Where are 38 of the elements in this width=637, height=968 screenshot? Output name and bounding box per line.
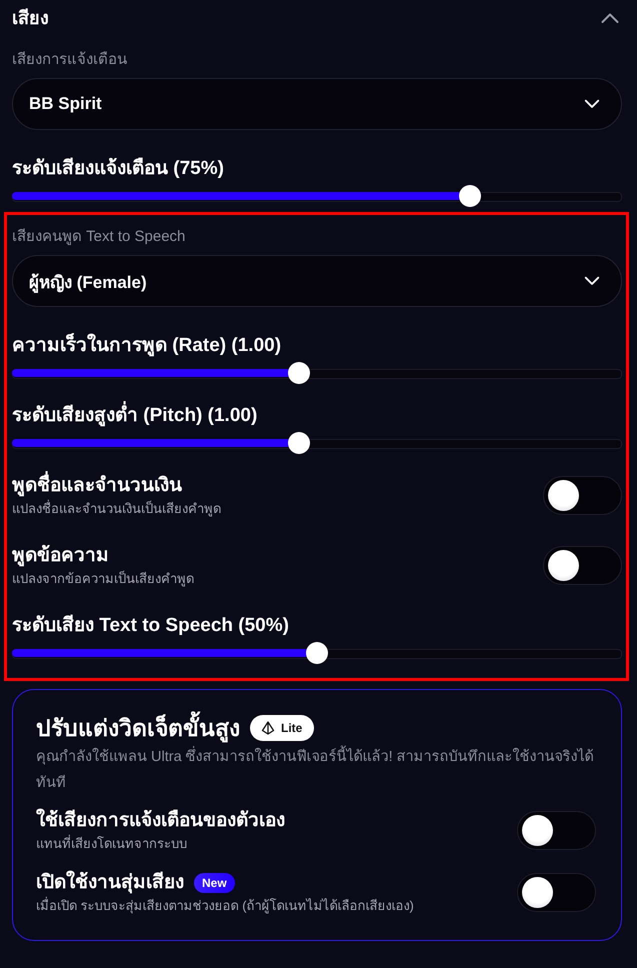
slider-label: ระดับเสียงสูงต่ำ (Pitch) (1.00) bbox=[12, 403, 622, 428]
new-badge: New bbox=[194, 872, 235, 892]
toggle-switch[interactable] bbox=[517, 872, 596, 912]
slider-label: ความเร็วในการพูด (Rate) (1.00) bbox=[12, 333, 282, 358]
slider-track[interactable] bbox=[12, 642, 622, 664]
plan-badge: Lite bbox=[250, 715, 314, 741]
field-label: เสียงการแจ้งเตือน bbox=[12, 50, 128, 70]
slider-thumb[interactable] bbox=[288, 432, 310, 454]
toggle-switch[interactable] bbox=[517, 810, 596, 850]
section-title: เสียง bbox=[12, 7, 49, 30]
slider-track[interactable] bbox=[12, 362, 622, 384]
slider-track[interactable] bbox=[12, 185, 622, 207]
chevron-down-icon bbox=[584, 276, 600, 286]
dropdown-select[interactable]: BB Spirit bbox=[12, 78, 622, 130]
toggle-switch[interactable] bbox=[543, 476, 622, 514]
option-description: แทนที่เสียงโดเนทจากระบบ bbox=[36, 835, 188, 852]
option-title: เปิดใช้งานสุ่มเสียง bbox=[36, 870, 184, 895]
slider-thumb[interactable] bbox=[288, 362, 310, 384]
chevron-up-icon bbox=[601, 12, 619, 24]
slider-track[interactable] bbox=[12, 432, 622, 454]
option-description: แปลงจากข้อความเป็นเสียงคำพูด bbox=[12, 570, 194, 587]
option-title: ใช้เสียงการแจ้งเตือนของตัวเอง bbox=[36, 808, 285, 833]
option-title: พูดข้อความ bbox=[12, 544, 109, 568]
slider-label: ระดับเสียง Text to Speech (50%) bbox=[12, 614, 290, 638]
slider-thumb[interactable] bbox=[306, 642, 328, 664]
field-label: เสียงคนพูด Text to Speech bbox=[12, 227, 186, 247]
card-description: คุณกำลังใช้แพลน Ultra ซึ่งสามารถใช้งานฟีเจอร์นี้ได้แล้ว! สามารถบันทึกและใช้งานจริงได้ทันที bbox=[36, 744, 596, 796]
toggle-switch[interactable] bbox=[543, 546, 622, 584]
collapse-button[interactable] bbox=[601, 12, 619, 24]
chevron-down-icon bbox=[584, 99, 600, 109]
slider-thumb[interactable] bbox=[458, 185, 480, 207]
pyramid-icon bbox=[261, 721, 275, 735]
card-title: ปรับแต่งวิดเจ็ตขั้นสูง bbox=[36, 713, 240, 743]
slider-label: ระดับเสียงแจ้งเตือน (75%) bbox=[12, 156, 225, 181]
option-description: เมื่อเปิด ระบบจะสุ่มเสียงตามช่วงยอด (ถ้าผู้โดเนทไม่ได้เลือกเสียงเอง) bbox=[36, 897, 414, 914]
option-description: แปลงชื่อและจำนวนเงินเป็นเสียงคำพูด bbox=[12, 500, 221, 517]
option-title: พูดชื่อและจำนวนเงิน bbox=[12, 473, 182, 498]
dropdown-select[interactable]: ผู้หญิง (Female) bbox=[12, 255, 622, 307]
